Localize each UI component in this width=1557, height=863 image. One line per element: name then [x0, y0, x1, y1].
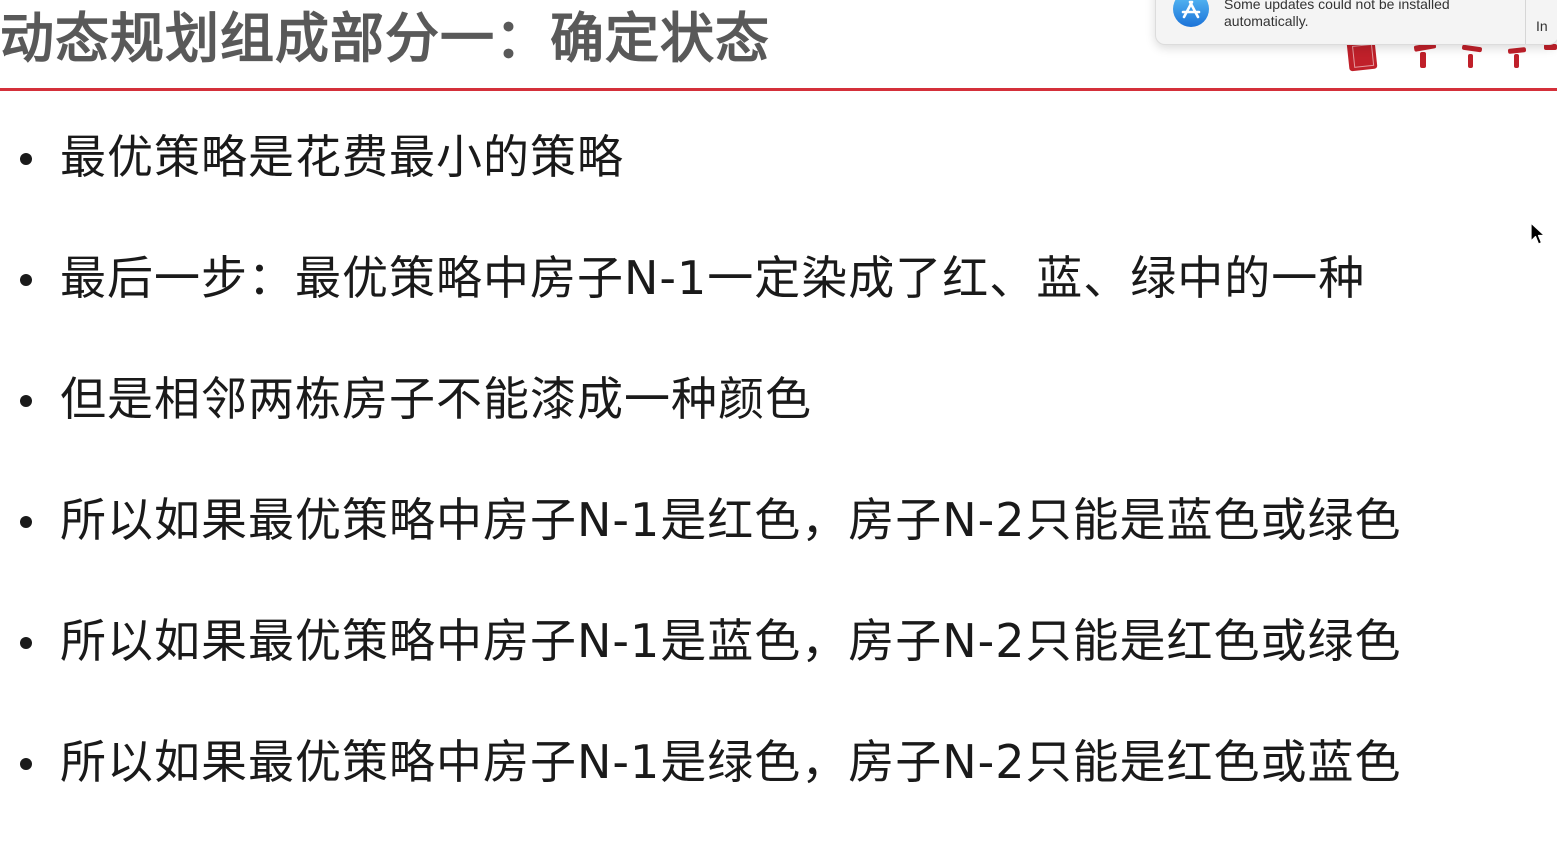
list-item: 所以如果最优策略中房子N-1是红色，房子N-2只能是蓝色或绿色 — [0, 490, 1500, 550]
slide-title: 动态规划组成部分一：确定状态 — [0, 7, 770, 70]
bullet-text: 所以如果最优策略中房子N-1是绿色，房子N-2只能是红色或蓝色 — [60, 735, 1402, 789]
bullet-icon — [20, 153, 32, 165]
update-notification[interactable]: Some updates could not be installed auto… — [1155, 0, 1557, 45]
bullet-icon — [20, 637, 32, 649]
bullet-text: 但是相邻两栋房子不能漆成一种颜色 — [60, 372, 812, 426]
install-button[interactable]: In — [1536, 18, 1548, 34]
list-item: 最优策略是花费最小的策略 — [0, 127, 1500, 187]
bullet-text: 所以如果最优策略中房子N-1是蓝色，房子N-2只能是红色或绿色 — [60, 614, 1402, 668]
list-item: 但是相邻两栋房子不能漆成一种颜色 — [0, 369, 1500, 429]
notification-divider — [1525, 0, 1526, 44]
list-item: 所以如果最优策略中房子N-1是绿色，房子N-2只能是红色或蓝色 — [0, 732, 1500, 792]
bullet-text: 最优策略是花费最小的策略 — [60, 130, 624, 184]
bullet-icon — [20, 758, 32, 770]
title-divider — [0, 88, 1557, 91]
presentation-slide: 动态规划组成部分一：确定状态 最优策略是花费最小的策略 最后一步：最优策略中房子… — [0, 0, 1557, 863]
bullet-icon — [20, 274, 32, 286]
list-item: 最后一步：最优策略中房子N-1一定染成了红、蓝、绿中的一种 — [0, 248, 1500, 308]
bullet-text: 最后一步：最优策略中房子N-1一定染成了红、蓝、绿中的一种 — [60, 251, 1366, 305]
notification-message: Some updates could not be installed auto… — [1224, 0, 1450, 29]
app-store-icon — [1173, 0, 1209, 27]
bullet-text: 所以如果最优策略中房子N-1是红色，房子N-2只能是蓝色或绿色 — [60, 493, 1402, 547]
pointer-cursor-icon — [1530, 222, 1546, 245]
bullet-icon — [20, 395, 32, 407]
list-item: 所以如果最优策略中房子N-1是蓝色，房子N-2只能是红色或绿色 — [0, 611, 1500, 671]
bullet-icon — [20, 516, 32, 528]
